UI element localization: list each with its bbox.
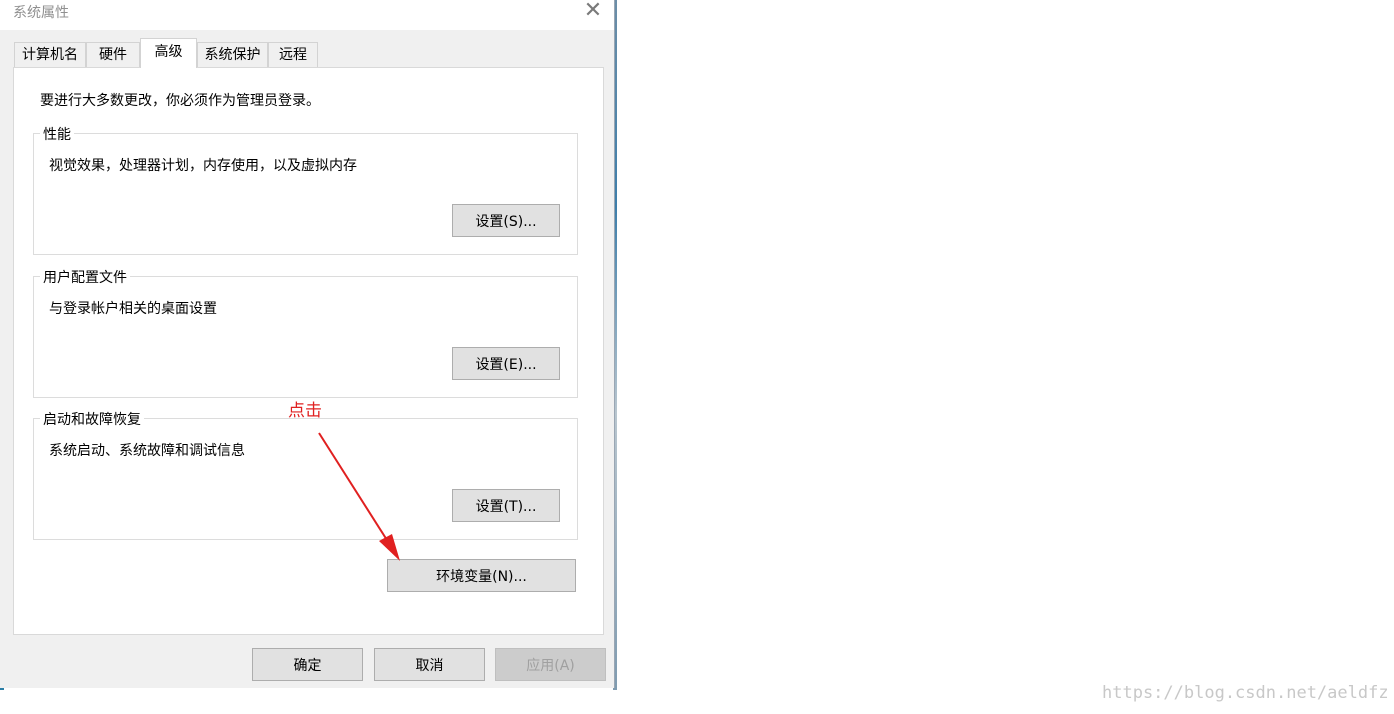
annotation-arrow-icon: [318, 432, 400, 561]
watermark: https://blog.csdn.net/aeldfz: [1102, 683, 1389, 703]
tab-advanced[interactable]: 高级: [140, 38, 197, 68]
